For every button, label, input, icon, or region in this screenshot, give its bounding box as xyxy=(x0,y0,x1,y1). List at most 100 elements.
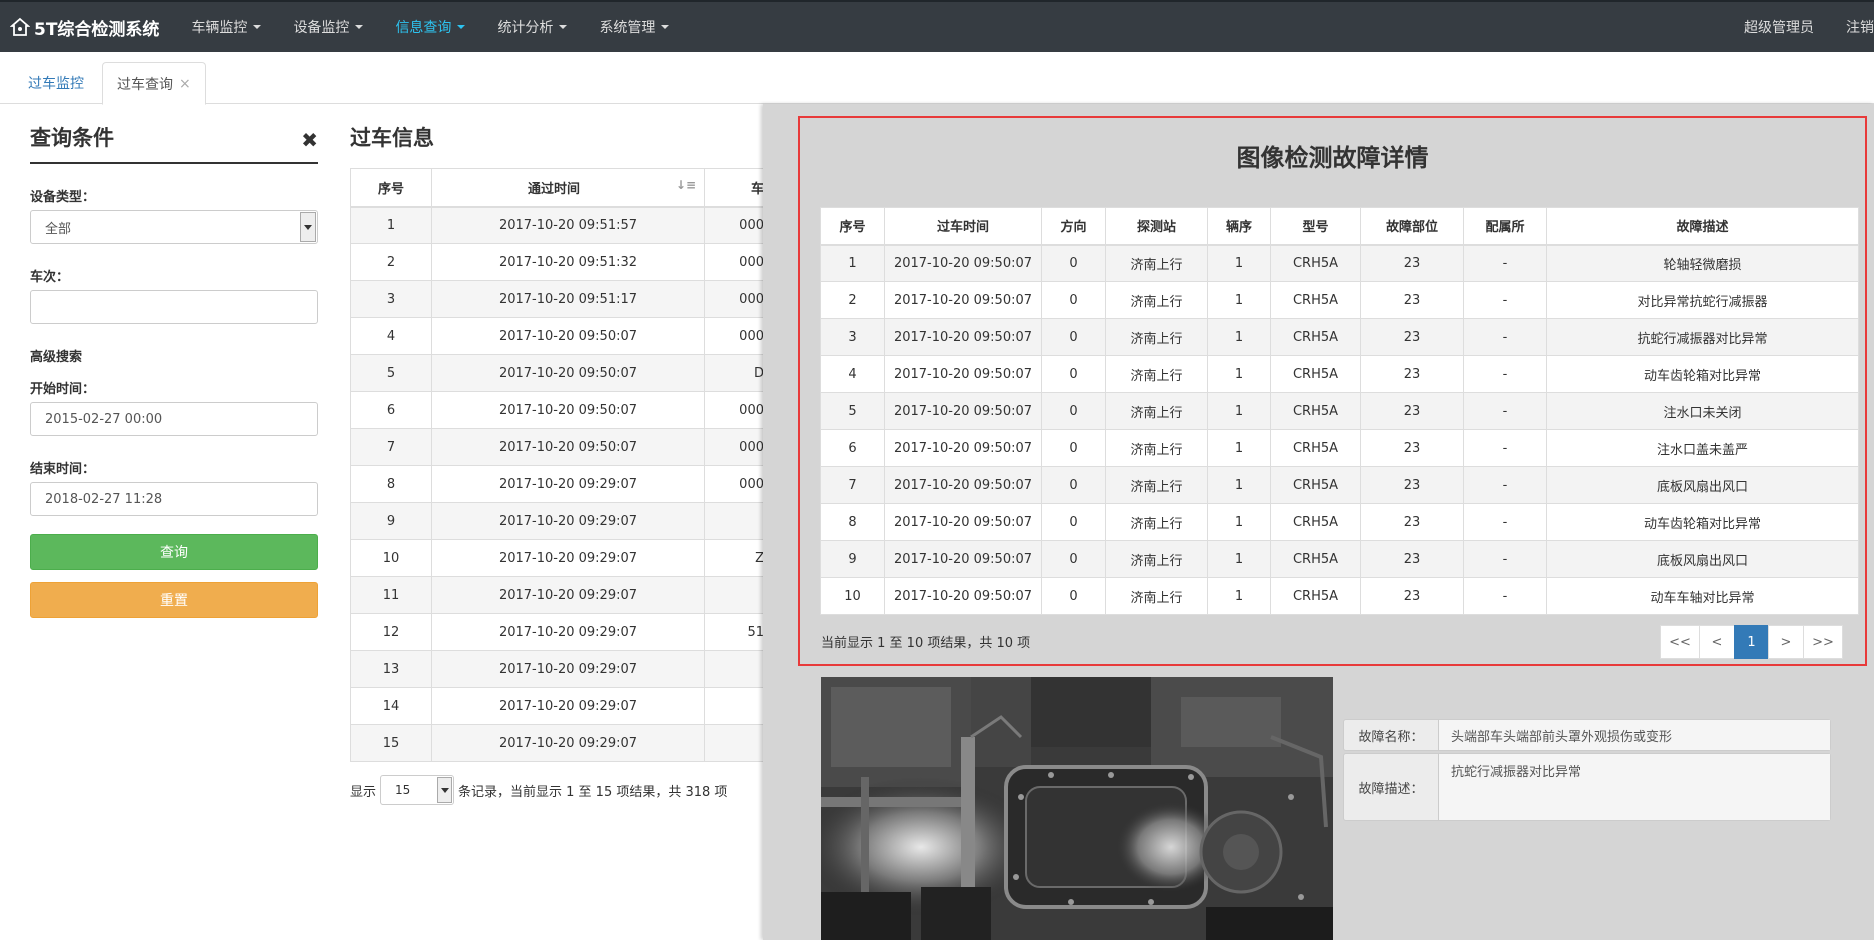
cell-index: 6 xyxy=(350,391,432,429)
cell-train: D xyxy=(704,354,765,392)
table-row[interactable]: 1 2017-10-20 09:51:57 000 xyxy=(350,206,765,244)
col-header[interactable]: 故障部位 xyxy=(1360,207,1464,246)
prev-page-button[interactable]: < xyxy=(1699,625,1735,659)
device-type-select[interactable]: 全部 xyxy=(30,210,318,244)
nav-system-admin[interactable]: 系统管理 xyxy=(583,2,685,52)
table-row[interactable]: 4 2017-10-20 09:50:07 0 济南上行 1 CRH5A 23- 动车齿轮箱对… xyxy=(820,355,1859,393)
tab-passing-query[interactable]: 过车查询 × xyxy=(102,62,206,105)
nav-statistics[interactable]: 统计分析 xyxy=(481,2,583,52)
table-row[interactable]: 3 2017-10-20 09:51:17 000 xyxy=(350,280,765,318)
close-icon[interactable]: ✖ xyxy=(301,128,318,152)
tab-passing-monitor[interactable]: 过车监控 xyxy=(14,62,98,104)
cell-direction: 0 xyxy=(1041,281,1106,319)
nav-vehicle-monitor[interactable]: 车辆监控 xyxy=(175,2,277,52)
user-name[interactable]: 超级管理员 xyxy=(1728,17,1830,37)
cell-pass-time: 2017-10-20 09:51:57 xyxy=(431,206,705,244)
col-header-pass-time[interactable]: 通过时间 ↓≡ xyxy=(431,168,705,208)
reset-button[interactable]: 重置 xyxy=(30,582,318,618)
cell-train: Z xyxy=(704,539,765,577)
table-row[interactable]: 10 2017-10-20 09:50:07 0 济南上行 1 CRH5A 23- 动车车轴对… xyxy=(820,577,1859,615)
table-row[interactable]: 2 2017-10-20 09:50:07 0 济南上行 1 CRH5A 23- 对比异常抗蛇… xyxy=(820,281,1859,319)
table-row[interactable]: 2 2017-10-20 09:51:32 000 xyxy=(350,243,765,281)
cell-pass-time: 2017-10-20 09:50:07 xyxy=(431,391,705,429)
logout-link[interactable]: 注销 xyxy=(1830,17,1874,37)
search-button[interactable]: 查询 xyxy=(30,534,318,570)
cell-pass-time: 2017-10-20 09:29:07 xyxy=(431,502,705,540)
nav-info-query[interactable]: 信息查询 xyxy=(379,2,481,52)
fault-name-value[interactable]: 头端部车头端部前头罩外观损伤或变形 xyxy=(1439,720,1830,750)
table-row[interactable]: 13 2017-10-20 09:29:07 xyxy=(350,650,765,688)
col-header[interactable]: 型号 xyxy=(1270,207,1361,246)
table-row[interactable]: 7 2017-10-20 09:50:07 0 济南上行 1 CRH5A 23- 底板风扇出风… xyxy=(820,466,1859,504)
cell-index: 8 xyxy=(820,503,885,541)
table-row[interactable]: 10 2017-10-20 09:29:07 Z xyxy=(350,539,765,577)
cell-car-order: 1 xyxy=(1207,392,1271,430)
cell-direction: 0 xyxy=(1041,503,1106,541)
cell-station: 济南上行 xyxy=(1105,577,1208,615)
cell-index: 12 xyxy=(350,613,432,651)
brand[interactable]: 5T综合检测系统 xyxy=(0,15,159,40)
nav-label: 车辆监控 xyxy=(191,20,248,36)
cell-model: CRH5A xyxy=(1270,318,1361,356)
col-header[interactable]: 配属所 xyxy=(1463,207,1547,246)
col-header-index[interactable]: 序号 xyxy=(350,168,432,208)
table-row[interactable]: 11 2017-10-20 09:29:07 xyxy=(350,576,765,614)
table-row[interactable]: 7 2017-10-20 09:50:07 000 xyxy=(350,428,765,466)
cell-index: 3 xyxy=(350,280,432,318)
cell-direction: 0 xyxy=(1041,577,1106,615)
dropdown-arrow-icon[interactable] xyxy=(300,212,316,242)
table-row[interactable]: 15 2017-10-20 09:29:07 xyxy=(350,724,765,762)
table-row[interactable]: 5 2017-10-20 09:50:07 D xyxy=(350,354,765,392)
table-row[interactable]: 14 2017-10-20 09:29:07 xyxy=(350,687,765,725)
advanced-search-label[interactable]: 高级搜索 xyxy=(30,346,318,365)
caret-down-icon xyxy=(661,25,670,29)
col-header[interactable]: 方向 xyxy=(1041,207,1106,246)
table-row[interactable]: 3 2017-10-20 09:50:07 0 济南上行 1 CRH5A 23- 抗蛇行减振器… xyxy=(820,318,1859,356)
tab-label: 过车监控 xyxy=(28,76,84,92)
cell-pass-time: 2017-10-20 09:29:07 xyxy=(431,724,705,762)
cell-fault-desc: 注水口未关闭 xyxy=(1546,392,1859,430)
col-header[interactable]: 序号 xyxy=(820,207,885,246)
train-no-input[interactable] xyxy=(30,290,318,324)
cell-pass-time: 2017-10-20 09:29:07 xyxy=(431,650,705,688)
col-header-train[interactable]: 车 xyxy=(704,168,765,208)
fault-detail-table: 序号 过车时间 方向 探测站 辆序 型号 故障部位 配属所 故障描述 1 2017… xyxy=(820,207,1859,615)
dropdown-arrow-icon[interactable] xyxy=(437,777,453,803)
page-1-button[interactable]: 1 xyxy=(1734,625,1769,659)
cell-index: 8 xyxy=(350,465,432,503)
end-time-input[interactable]: 2018-02-27 11:28 xyxy=(30,482,318,516)
table-row[interactable]: 8 2017-10-20 09:29:07 000 xyxy=(350,465,765,503)
page-size-select[interactable]: 15 xyxy=(380,775,455,805)
start-time-input[interactable]: 2015-02-27 00:00 xyxy=(30,402,318,436)
nav-device-monitor[interactable]: 设备监控 xyxy=(277,2,379,52)
fault-desc-field: 故障描述： 抗蛇行减振器对比异常 xyxy=(1343,753,1831,821)
fault-image[interactable] xyxy=(821,677,1333,940)
table-row[interactable]: 9 2017-10-20 09:50:07 0 济南上行 1 CRH5A 23- 底板风扇出风… xyxy=(820,540,1859,578)
cell-train xyxy=(704,650,765,688)
fault-desc-textarea[interactable]: 抗蛇行减振器对比异常 xyxy=(1439,754,1830,820)
caret-down-icon xyxy=(559,25,568,29)
cell-fault-desc: 对比异常抗蛇行减振器 xyxy=(1546,281,1859,319)
first-page-button[interactable]: << xyxy=(1660,625,1700,659)
cell-car-order: 1 xyxy=(1207,429,1271,467)
table-row[interactable]: 6 2017-10-20 09:50:07 000 xyxy=(350,391,765,429)
col-header[interactable]: 故障描述 xyxy=(1546,207,1859,246)
table-row[interactable]: 9 2017-10-20 09:29:07 xyxy=(350,502,765,540)
next-page-button[interactable]: > xyxy=(1768,625,1804,659)
table-row[interactable]: 8 2017-10-20 09:50:07 0 济南上行 1 CRH5A 23- 动车齿轮箱对… xyxy=(820,503,1859,541)
table-row[interactable]: 4 2017-10-20 09:50:07 000 xyxy=(350,317,765,355)
sort-desc-icon[interactable]: ↓≡ xyxy=(676,178,696,192)
table-row[interactable]: 5 2017-10-20 09:50:07 0 济南上行 1 CRH5A 23- 注水口未关闭 xyxy=(820,392,1859,430)
table-row[interactable]: 6 2017-10-20 09:50:07 0 济南上行 1 CRH5A 23- 注水口盖未盖… xyxy=(820,429,1859,467)
close-icon[interactable]: × xyxy=(179,76,191,92)
table-row[interactable]: 12 2017-10-20 09:29:07 51 xyxy=(350,613,765,651)
col-header[interactable]: 探测站 xyxy=(1105,207,1208,246)
col-header[interactable]: 辆序 xyxy=(1207,207,1271,246)
cell-station: 济南上行 xyxy=(1105,429,1208,467)
cell-depot: - xyxy=(1463,540,1547,578)
cell-fault-part: 23 xyxy=(1360,503,1464,541)
table-row[interactable]: 1 2017-10-20 09:50:07 0 济南上行 1 CRH5A 23- 轮轴轻微磨损 xyxy=(820,244,1859,282)
detail-title: 图像检测故障详情 xyxy=(1236,144,1429,172)
col-header[interactable]: 过车时间 xyxy=(884,207,1042,246)
last-page-button[interactable]: >> xyxy=(1803,625,1843,659)
